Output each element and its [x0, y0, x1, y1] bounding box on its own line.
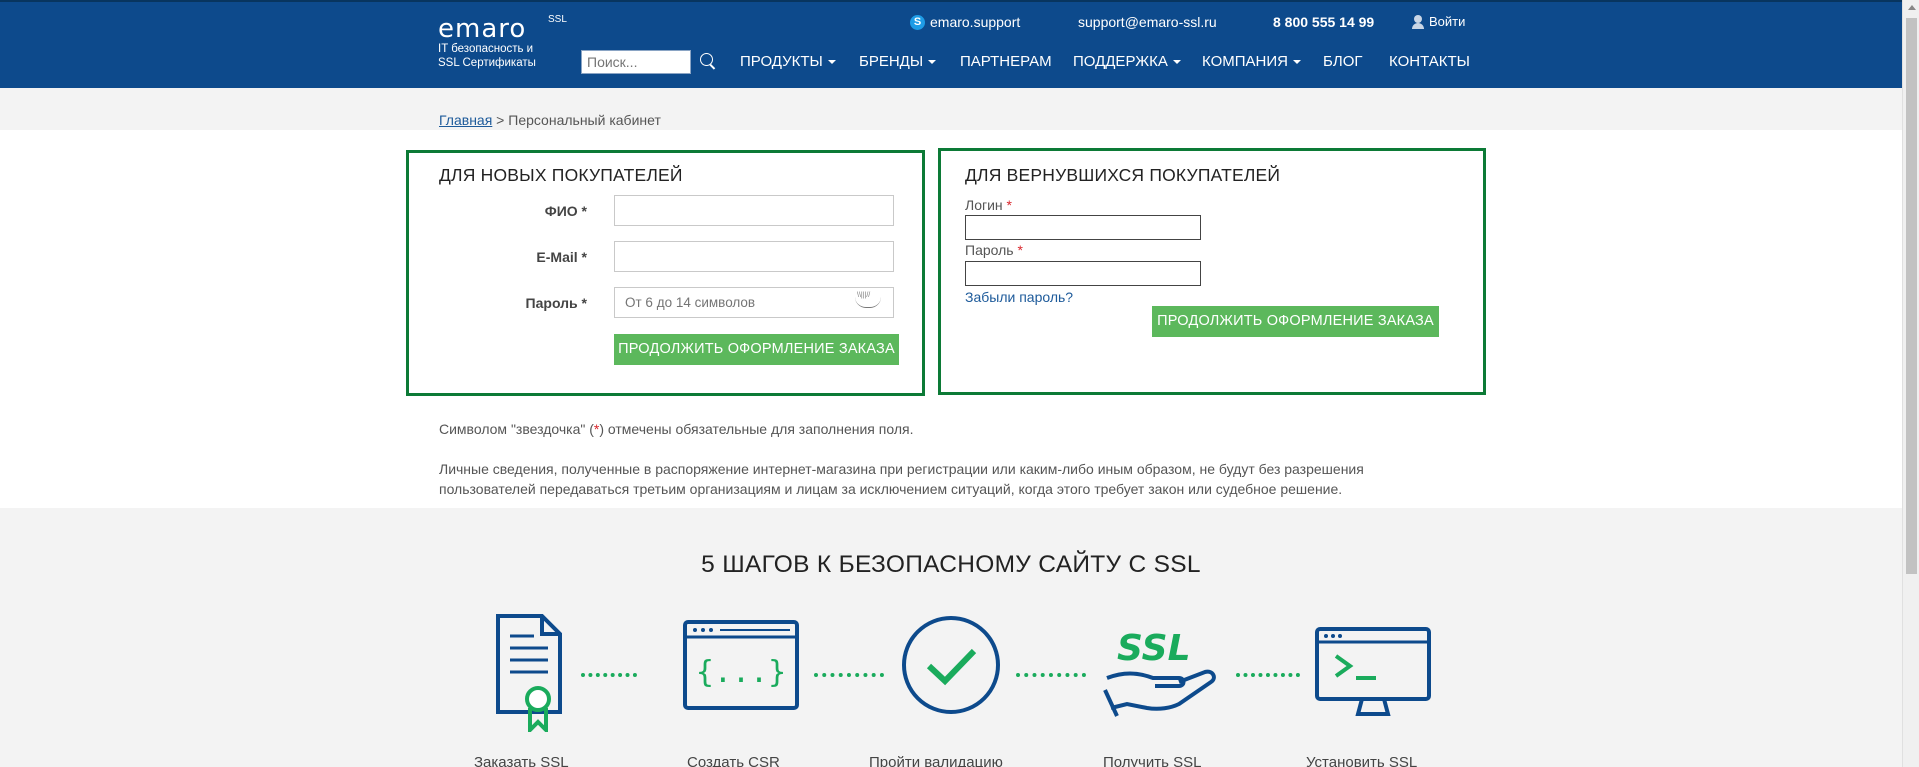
step-connector	[1236, 673, 1300, 677]
skype-icon: S	[910, 14, 925, 30]
certificate-icon	[496, 614, 562, 732]
privacy-note-line-1: Личные сведения, полученные в распоряжен…	[439, 461, 1364, 477]
monitor-terminal-icon	[1315, 627, 1431, 716]
required-star: *	[1006, 197, 1012, 213]
step-connector	[581, 673, 637, 677]
returning-customers-title: ДЛЯ ВЕРНУВШИХСЯ ПОКУПАТЕЛЕЙ	[965, 165, 1281, 185]
chevron-down-icon	[1172, 60, 1181, 65]
breadcrumb-band	[0, 88, 1902, 130]
email-label: E-Mail *	[536, 249, 587, 265]
nav-company[interactable]: КОМПАНИЯ	[1202, 53, 1301, 70]
returning-password-field[interactable]	[965, 261, 1201, 286]
scroll-up-arrow-icon[interactable]	[1908, 5, 1916, 10]
note-prefix: Символом "звездочка" (	[439, 421, 594, 437]
scrollbar-thumb[interactable]	[1906, 18, 1917, 574]
nav-company-label: КОМПАНИЯ	[1202, 53, 1288, 70]
login-label: Войти	[1429, 14, 1466, 29]
note-suffix: ) отмечены обязательные для заполнения п…	[599, 421, 914, 437]
returning-customer-continue-button[interactable]: ПРОДОЛЖИТЬ ОФОРМЛЕНИЕ ЗАКАЗА	[1152, 306, 1439, 337]
logo-tagline-line-2: SSL Сертификаты	[438, 57, 536, 69]
privacy-note: Личные сведения, полученные в распоряжен…	[439, 459, 1364, 499]
breadcrumb-current: Персональный кабинет	[508, 112, 661, 128]
password-label: Пароль *	[525, 295, 587, 311]
fio-label: ФИО *	[544, 203, 587, 219]
forgot-password-link[interactable]: Забыли пароль?	[965, 289, 1073, 305]
phone-number[interactable]: 8 800 555 14 99	[1273, 14, 1374, 30]
site-header: emaro SSL IT безопасность и SSL Сертифик…	[0, 0, 1902, 88]
step-connector	[814, 673, 884, 677]
password-label-text: Пароль	[965, 242, 1014, 258]
nav-support[interactable]: ПОДДЕРЖКА	[1073, 53, 1181, 70]
required-star: *	[1017, 242, 1023, 258]
new-customers-title: ДЛЯ НОВЫХ ПОКУПАТЕЛЕЙ	[439, 165, 683, 185]
breadcrumb-home-link[interactable]: Главная	[439, 112, 492, 128]
nav-blog[interactable]: БЛОГ	[1323, 53, 1362, 70]
steps-title: 5 ШАГОВ К БЕЗОПАСНОМУ САЙТУ С SSL	[701, 551, 1201, 578]
nav-products-label: ПРОДУКТЫ	[740, 53, 823, 70]
step-label: Получить SSL	[1103, 754, 1202, 767]
search-input[interactable]	[581, 50, 691, 74]
svg-text:{...}: {...}	[696, 655, 786, 690]
password-field[interactable]	[614, 287, 894, 318]
email-field[interactable]	[614, 241, 894, 272]
nav-brands[interactable]: БРЕНДЫ	[859, 53, 937, 70]
nav-support-label: ПОДДЕРЖКА	[1073, 53, 1168, 70]
required-fields-note: Символом "звездочка" (*) отмечены обязат…	[439, 419, 913, 439]
logo[interactable]: emaro SSL IT безопасность и SSL Сертифик…	[438, 14, 567, 70]
step-label: Заказать SSL	[474, 754, 569, 767]
new-customer-continue-button[interactable]: ПРОДОЛЖИТЬ ОФОРМЛЕНИЕ ЗАКАЗА	[614, 334, 899, 365]
nav-brands-label: БРЕНДЫ	[859, 53, 924, 70]
chevron-down-icon	[1292, 60, 1301, 65]
code-window-icon: {...}	[683, 620, 799, 710]
step-label: Установить SSL	[1306, 754, 1418, 767]
checkmark-circle-icon	[902, 616, 1000, 714]
show-password-icon[interactable]	[855, 292, 881, 308]
login-field[interactable]	[965, 215, 1201, 240]
step-connector	[1016, 673, 1086, 677]
ssl-hand-icon: SSL	[1103, 628, 1216, 717]
logo-ssl-superscript: SSL	[548, 14, 567, 25]
skype-handle: emaro.support	[930, 14, 1021, 30]
logo-tagline-line-1: IT безопасность и	[438, 43, 534, 55]
step-label: Пройти валидацию	[869, 754, 1003, 767]
login-link[interactable]: Войти	[1411, 14, 1465, 29]
nav-products[interactable]: ПРОДУКТЫ	[740, 53, 836, 70]
ssl-hand-icon-text: SSL	[1117, 628, 1191, 669]
nav-partners[interactable]: ПАРТНЕРАМ	[960, 53, 1052, 70]
privacy-note-line-2: пользователей передаваться третьим орган…	[439, 481, 1343, 497]
chevron-down-icon	[827, 60, 836, 65]
nav-contacts[interactable]: КОНТАКТЫ	[1389, 53, 1470, 70]
vertical-scrollbar[interactable]	[1902, 0, 1919, 767]
logo-wordmark: emaro	[438, 14, 527, 44]
step-label: Создать CSR	[687, 754, 780, 767]
breadcrumb: Главная > Персональный кабинет	[439, 112, 661, 128]
support-email-link[interactable]: support@emaro-ssl.ru	[1078, 14, 1217, 30]
chevron-down-icon	[928, 60, 937, 65]
login-label-text: Логин	[965, 197, 1003, 213]
returning-password-label: Пароль *	[965, 242, 1023, 258]
fio-field[interactable]	[614, 195, 894, 226]
skype-contact[interactable]: S emaro.support	[910, 14, 1020, 30]
user-icon	[1411, 14, 1425, 29]
login-field-label: Логин *	[965, 197, 1012, 213]
search-icon[interactable]	[700, 53, 716, 71]
breadcrumb-separator: >	[492, 112, 509, 128]
